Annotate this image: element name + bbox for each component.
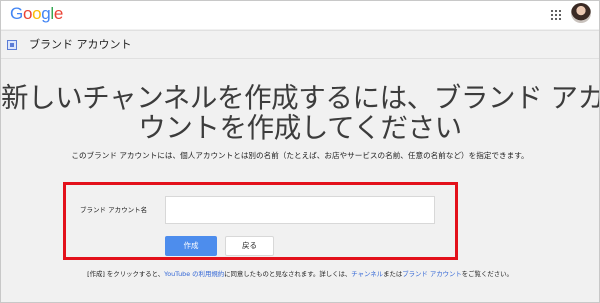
terms-note: [作成] をクリックすると、YouTube の利用規約に同意したものと見なされま… (1, 270, 599, 279)
channel-link[interactable]: チャンネル (351, 270, 383, 278)
logo-letter: o (22, 4, 33, 23)
terms-note-text-2: に同意したものと見なされます。詳しくは、 (224, 270, 352, 278)
terms-note-text-4: をご覧ください。 (461, 270, 513, 278)
page-description: このブランド アカウントには、個人アカウントとは別の名前（たとえば、お店やサービ… (71, 151, 529, 160)
terms-note-text-3: または (383, 270, 403, 278)
terms-note-text-1: [作成] をクリックすると、 (87, 270, 165, 278)
youtube-terms-link[interactable]: YouTube の利用規約 (164, 270, 224, 278)
page-frame: Google ブランド アカウント 新しいチャンネルを作成するには、ブランド ア… (0, 0, 600, 303)
brand-account-bar: ブランド アカウント (1, 30, 599, 59)
brand-name-input[interactable] (165, 196, 435, 224)
brand-name-label: ブランド アカウント名 (80, 206, 148, 214)
brand-bar-title: ブランド アカウント (29, 38, 132, 51)
apps-grid-icon[interactable] (551, 10, 561, 20)
logo-letter: e (53, 4, 64, 23)
top-bar: Google (1, 1, 599, 29)
logo-letter: g (41, 4, 51, 23)
logo-letter: G (10, 4, 23, 23)
brand-account-icon (7, 40, 17, 50)
page-title-line-2: ウントを作成してください (138, 112, 462, 144)
logo-letter: o (32, 4, 42, 23)
avatar[interactable] (571, 3, 591, 23)
google-logo[interactable]: Google (10, 4, 63, 24)
page-title-line-1: 新しいチャンネルを作成するには、ブランド アカ (1, 82, 600, 114)
create-button[interactable]: 作成 (165, 236, 217, 256)
page-title: 新しいチャンネルを作成するには、ブランド アカ ウントを作成してください (1, 83, 599, 143)
back-button[interactable]: 戻る (225, 236, 274, 256)
brand-account-link[interactable]: ブランド アカウント (402, 270, 462, 278)
